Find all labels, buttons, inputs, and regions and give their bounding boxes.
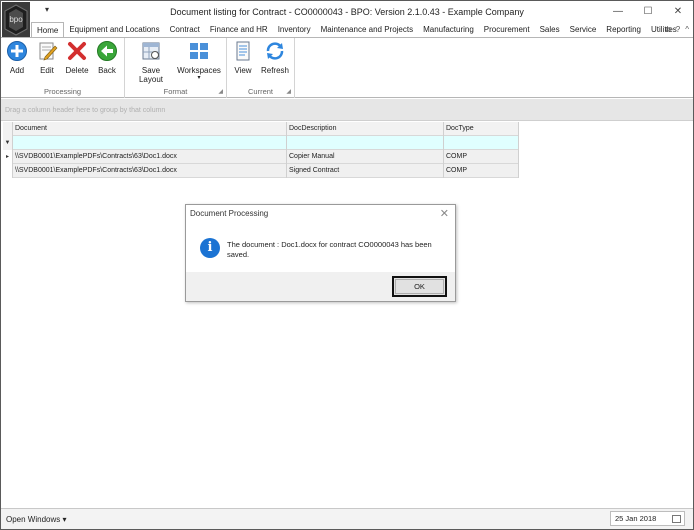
ribbon-tabs: Home Equipment and Locations Contract Fi…: [31, 22, 693, 38]
back-icon: [96, 40, 118, 62]
open-windows-menu[interactable]: Open Windows ▾: [6, 515, 66, 524]
format-group: Save Layout Workspaces ▾ Format ◢: [125, 38, 227, 98]
status-bar: Open Windows ▾ 25 Jan 2018: [1, 508, 693, 529]
current-group: View Refresh Current ◢: [227, 38, 295, 98]
dialog-close-icon[interactable]: ✕: [440, 207, 449, 220]
tab-reporting[interactable]: Reporting: [601, 22, 646, 38]
save-layout-button[interactable]: Save Layout: [129, 40, 173, 84]
group-by-panel[interactable]: Drag a column header here to group by th…: [1, 99, 693, 121]
restore-icon[interactable]: ⧉: [665, 25, 671, 35]
current-launcher-icon[interactable]: ◢: [286, 88, 291, 95]
tab-contract[interactable]: Contract: [165, 22, 205, 38]
tab-equipment-and-locations[interactable]: Equipment and Locations: [64, 22, 164, 38]
group-by-hint: Drag a column header here to group by th…: [5, 107, 166, 114]
add-label: Add: [9, 66, 25, 75]
filter-cell-document[interactable]: [13, 136, 287, 150]
add-icon: [6, 40, 28, 62]
grid-filter-row: ▼: [3, 136, 519, 150]
add-button[interactable]: Add: [3, 40, 31, 75]
cell-doctype[interactable]: COMP: [444, 164, 519, 178]
processing-group: Add Edit Delete Back Processing: [1, 38, 125, 98]
tab-procurement[interactable]: Procurement: [479, 22, 535, 38]
format-launcher-icon[interactable]: ◢: [218, 88, 223, 95]
row-indicator: [3, 164, 13, 178]
tab-bar-icons: ⧉ ? ^: [665, 25, 689, 35]
format-group-label: Format: [163, 87, 188, 96]
header-indicator: [3, 122, 13, 136]
filter-cell-docdescription[interactable]: [287, 136, 444, 150]
document-grid: Document DocDescription DocType ▼ ▸ \\SV…: [3, 122, 519, 178]
edit-button[interactable]: Edit: [33, 40, 61, 75]
tab-service[interactable]: Service: [565, 22, 602, 38]
edit-label: Edit: [40, 66, 54, 75]
tab-sales[interactable]: Sales: [535, 22, 565, 38]
cell-docdescription[interactable]: Copier Manual: [287, 150, 444, 164]
title-bar: bpo ▾ Document listing for Contract - CO…: [1, 1, 693, 38]
workspaces-icon: [188, 40, 210, 62]
ribbon: Add Edit Delete Back Processing Save Lay…: [1, 37, 693, 98]
collapse-ribbon-icon[interactable]: ^: [685, 25, 689, 35]
window-title: Document listing for Contract - CO000004…: [170, 7, 524, 17]
column-header-docdescription[interactable]: DocDescription: [287, 122, 444, 136]
maximize-button[interactable]: ☐: [633, 1, 663, 23]
workspaces-label: Workspaces: [177, 66, 221, 75]
tab-inventory[interactable]: Inventory: [273, 22, 316, 38]
delete-button[interactable]: Delete: [63, 40, 91, 75]
view-icon: [232, 40, 254, 62]
tab-manufacturing[interactable]: Manufacturing: [418, 22, 479, 38]
table-row[interactable]: ▸ \\SVDB0001\ExamplePDFs\Contracts\63\Do…: [3, 150, 519, 164]
date-value: 25 Jan 2018: [615, 514, 657, 523]
row-indicator-icon: ▸: [3, 150, 13, 164]
calendar-icon[interactable]: [672, 515, 681, 523]
minimize-button[interactable]: —: [603, 1, 633, 23]
close-button[interactable]: ✕: [663, 1, 693, 23]
dialog-title: Document Processing: [190, 209, 269, 218]
info-icon: i: [200, 238, 220, 258]
column-header-doctype[interactable]: DocType: [444, 122, 519, 136]
date-field[interactable]: 25 Jan 2018: [610, 511, 685, 526]
column-header-document[interactable]: Document: [13, 122, 287, 136]
workspaces-dropdown-icon: ▾: [197, 75, 201, 81]
back-button[interactable]: Back: [93, 40, 121, 75]
cell-document[interactable]: \\SVDB0001\ExamplePDFs\Contracts\63\Doc1…: [13, 150, 287, 164]
refresh-label: Refresh: [260, 66, 289, 75]
help-icon[interactable]: ?: [676, 25, 680, 35]
tab-maintenance-and-projects[interactable]: Maintenance and Projects: [316, 22, 419, 38]
save-layout-icon: [140, 40, 162, 62]
table-row[interactable]: \\SVDB0001\ExamplePDFs\Contracts\63\Doc1…: [3, 164, 519, 178]
document-processing-dialog: Document Processing ✕ i The document : D…: [185, 204, 456, 302]
view-label: View: [234, 66, 252, 75]
delete-icon: [66, 40, 88, 62]
back-label: Back: [98, 66, 116, 75]
cell-document[interactable]: \\SVDB0001\ExamplePDFs\Contracts\63\Doc1…: [13, 164, 287, 178]
filter-cell-doctype[interactable]: [444, 136, 519, 150]
tab-home[interactable]: Home: [31, 22, 65, 38]
dialog-footer: OK: [186, 272, 455, 301]
filter-icon: ▼: [3, 136, 13, 150]
ok-button[interactable]: OK: [392, 276, 447, 297]
cell-doctype[interactable]: COMP: [444, 150, 519, 164]
processing-group-label: Processing: [43, 87, 82, 96]
current-group-label: Current: [247, 87, 273, 96]
cell-docdescription[interactable]: Signed Contract: [287, 164, 444, 178]
tab-finance-and-hr[interactable]: Finance and HR: [205, 22, 273, 38]
delete-label: Delete: [65, 66, 89, 75]
app-window: bpo ▾ Document listing for Contract - CO…: [0, 0, 694, 530]
dialog-message: The document : Doc1.docx for contract CO…: [227, 240, 432, 259]
save-layout-label: Save Layout: [138, 66, 164, 84]
view-button[interactable]: View: [231, 40, 255, 75]
refresh-icon: [264, 40, 286, 62]
grid-header-row: Document DocDescription DocType: [3, 122, 519, 136]
workspaces-button[interactable]: Workspaces ▾: [177, 40, 221, 81]
edit-icon: [36, 40, 58, 62]
refresh-button[interactable]: Refresh: [259, 40, 291, 75]
